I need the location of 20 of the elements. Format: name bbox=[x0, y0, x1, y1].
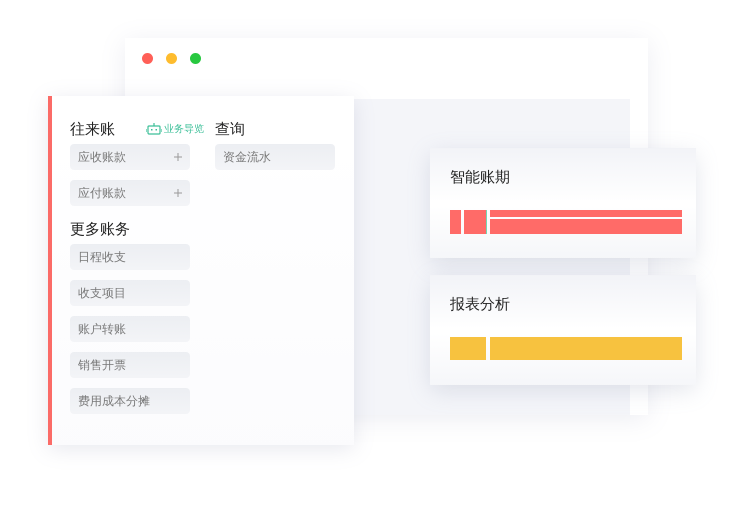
menu-item[interactable]: 销售开票 bbox=[70, 352, 190, 378]
menu-item[interactable]: 费用成本分摊 bbox=[70, 388, 190, 414]
close-icon[interactable] bbox=[142, 53, 153, 64]
plus-icon[interactable] bbox=[174, 153, 182, 161]
menu-item[interactable]: 资金流水 bbox=[215, 144, 335, 170]
minimize-icon[interactable] bbox=[166, 53, 177, 64]
section-heading: 往来账 bbox=[70, 120, 115, 138]
guide-label[interactable]: 业务导览 bbox=[164, 122, 204, 136]
card-title: 智能账期 bbox=[450, 168, 511, 188]
card-title: 报表分析 bbox=[450, 295, 511, 315]
maximize-icon[interactable] bbox=[190, 53, 201, 64]
menu-item[interactable]: 日程收支 bbox=[70, 244, 190, 270]
menu-item[interactable]: 收支项目 bbox=[70, 280, 190, 306]
plus-icon[interactable] bbox=[174, 189, 182, 197]
robot-icon bbox=[146, 123, 162, 135]
menu-item[interactable]: 账户转账 bbox=[70, 316, 190, 342]
section-heading: 查询 bbox=[215, 120, 245, 138]
menu-item[interactable]: 应付账款 bbox=[70, 180, 190, 206]
menu-item[interactable]: 应收账款 bbox=[70, 144, 190, 170]
section-heading: 更多账务 bbox=[70, 220, 130, 238]
